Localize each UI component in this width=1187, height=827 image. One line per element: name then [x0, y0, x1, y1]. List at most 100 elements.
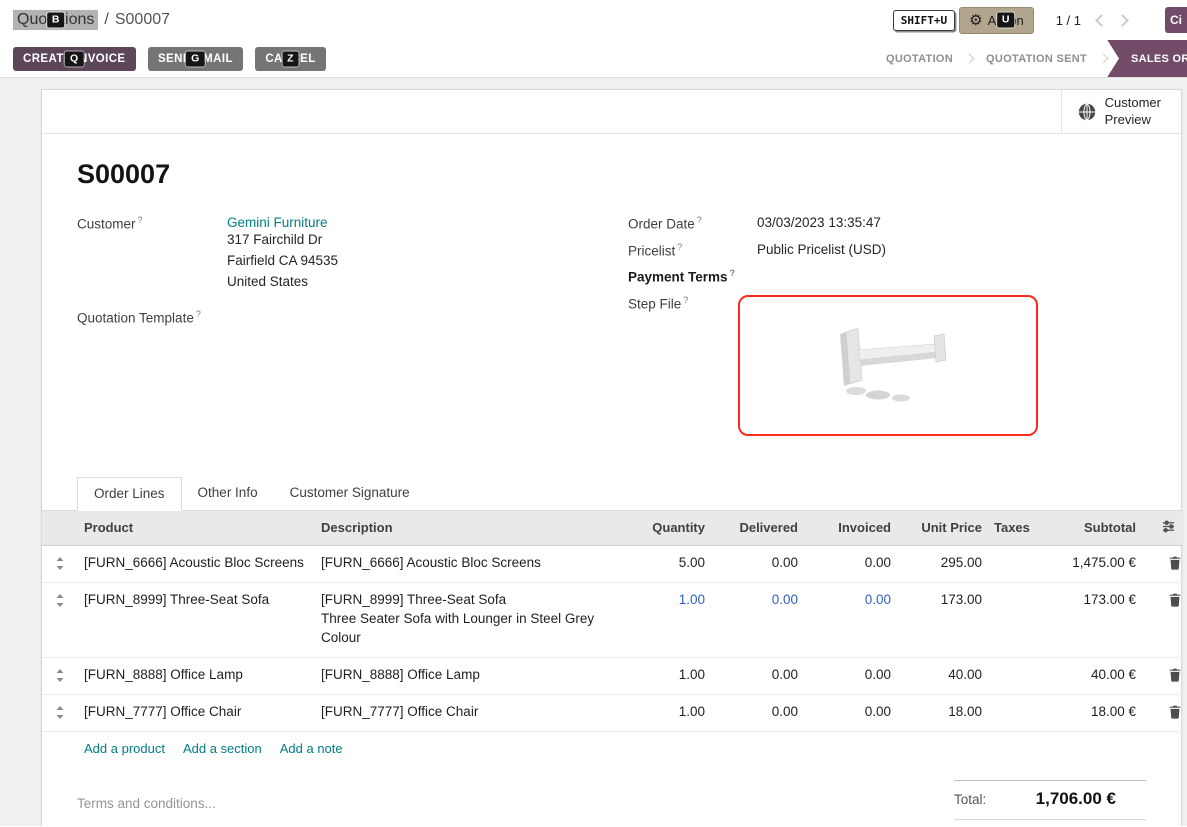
cell-subtotal: 173.00 €	[1040, 582, 1142, 657]
optional-columns-icon[interactable]	[1142, 511, 1183, 546]
cell-description[interactable]: [FURN_7777] Office Chair	[315, 694, 623, 731]
table-row[interactable]: [FURN_7777] Office Chair [FURN_7777] Off…	[42, 694, 1183, 731]
cell-taxes[interactable]	[988, 694, 1040, 731]
send-email-button[interactable]: SEND EMAIL G	[148, 47, 243, 71]
add-section-link[interactable]: Add a section	[183, 741, 262, 756]
cancel-button[interactable]: CANCEL Z	[255, 47, 325, 71]
form-sheet: Customer Preview S00007 Customer? Gemini…	[41, 89, 1182, 826]
action-menu-button[interactable]: ⚙ Action U	[959, 7, 1034, 34]
tab-other-info[interactable]: Other Info	[182, 477, 274, 510]
cell-unit-price[interactable]: 173.00	[897, 582, 988, 657]
drag-handle-icon[interactable]	[42, 694, 78, 731]
cell-product[interactable]: [FURN_6666] Acoustic Bloc Screens	[78, 545, 315, 582]
customer-preview-button[interactable]: Customer Preview	[1061, 90, 1181, 133]
cell-quantity[interactable]: 1.00	[623, 694, 711, 731]
pricelist-value[interactable]: Public Pricelist (USD)	[757, 242, 886, 257]
terms-placeholder[interactable]: Terms and conditions...	[77, 796, 216, 811]
breadcrumb-current: S00007	[115, 11, 170, 29]
status-step-quotation-sent[interactable]: QUOTATION SENT	[973, 53, 1100, 65]
cell-invoiced[interactable]: 0.00	[804, 657, 897, 694]
cell-taxes[interactable]	[988, 657, 1040, 694]
customer-address-line: Fairfield CA 94535	[227, 251, 338, 272]
cell-delivered[interactable]: 0.00	[711, 657, 804, 694]
table-row[interactable]: [FURN_8888] Office Lamp [FURN_8888] Offi…	[42, 657, 1183, 694]
customer-address-line: United States	[227, 272, 338, 293]
table-row[interactable]: [FURN_6666] Acoustic Bloc Screens [FURN_…	[42, 545, 1183, 582]
cell-description[interactable]: [FURN_8888] Office Lamp	[315, 657, 623, 694]
cell-quantity[interactable]: 1.00	[623, 582, 711, 657]
drag-handle-icon[interactable]	[42, 582, 78, 657]
header-delivered: Delivered	[711, 511, 804, 546]
pager-next-icon[interactable]	[1116, 14, 1129, 27]
cell-invoiced[interactable]: 0.00	[804, 694, 897, 731]
tab-order-lines[interactable]: Order Lines	[77, 477, 182, 511]
help-icon: ?	[683, 295, 688, 305]
delete-row-icon[interactable]	[1142, 694, 1183, 731]
cell-description[interactable]: [FURN_6666] Acoustic Bloc Screens	[315, 545, 623, 582]
table-row[interactable]: [FURN_8999] Three-Seat Sofa [FURN_8999] …	[42, 582, 1183, 657]
step-file-image[interactable]	[738, 295, 1038, 436]
fields-right-column: Order Date? 03/03/2023 13:35:47 Pricelis…	[628, 215, 1146, 446]
action-bar: CREATE INVOICE Q SEND EMAIL G CANCEL Z Q…	[0, 40, 1187, 78]
cell-unit-price[interactable]: 40.00	[897, 657, 988, 694]
drag-handle-icon[interactable]	[42, 657, 78, 694]
header-handle	[42, 511, 78, 546]
status-step-sales-order[interactable]: SALES ORDER	[1107, 40, 1187, 78]
cell-delivered[interactable]: 0.00	[711, 694, 804, 731]
order-date-value[interactable]: 03/03/2023 13:35:47	[757, 215, 881, 230]
cell-subtotal: 1,475.00 €	[1040, 545, 1142, 582]
tab-customer-signature[interactable]: Customer Signature	[274, 477, 426, 510]
customer-label: Customer?	[77, 215, 227, 232]
cell-description[interactable]: [FURN_8999] Three-Seat Sofa Three Seater…	[315, 582, 623, 657]
page-title: S00007	[77, 159, 1146, 190]
shortcut-hint-g: G	[186, 51, 205, 66]
cell-delivered[interactable]: 0.00	[711, 545, 804, 582]
cell-product[interactable]: [FURN_8999] Three-Seat Sofa	[78, 582, 315, 657]
edge-create-button[interactable]: Ci	[1165, 7, 1187, 33]
pricelist-label: Pricelist?	[628, 242, 757, 259]
add-product-link[interactable]: Add a product	[84, 741, 165, 756]
status-step-quotation[interactable]: QUOTATION	[873, 53, 966, 65]
field-step-file: Step File?	[628, 295, 1146, 436]
help-icon: ?	[138, 215, 143, 225]
pager-previous-icon[interactable]	[1095, 14, 1108, 27]
cell-invoiced[interactable]: 0.00	[804, 545, 897, 582]
payment-terms-label: Payment Terms?	[628, 268, 757, 285]
step-file-label: Step File?	[628, 295, 738, 312]
shortcut-hint-z: Z	[282, 51, 299, 66]
delete-row-icon[interactable]	[1142, 545, 1183, 582]
cell-invoiced[interactable]: 0.00	[804, 582, 897, 657]
create-invoice-button[interactable]: CREATE INVOICE Q	[13, 47, 136, 71]
breadcrumb: Quotations B / S00007	[13, 10, 170, 30]
header-quantity: Quantity	[623, 511, 711, 546]
header-subtotal: Subtotal	[1040, 511, 1142, 546]
header-controls: SHIFT+U ⚙ Action U 1 / 1	[893, 7, 1187, 34]
breadcrumb-quotations[interactable]: Quotations B	[13, 10, 98, 30]
total-value: 1,706.00 €	[1036, 789, 1116, 809]
delete-row-icon[interactable]	[1142, 657, 1183, 694]
cell-product[interactable]: [FURN_7777] Office Chair	[78, 694, 315, 731]
sheet-top-strip: Customer Preview	[42, 90, 1181, 134]
sheet-body: S00007 Customer? Gemini Furniture 317 Fa…	[42, 134, 1181, 446]
help-icon: ?	[697, 215, 702, 225]
cell-unit-price[interactable]: 295.00	[897, 545, 988, 582]
table-header-row: Product Description Quantity Delivered I…	[42, 511, 1183, 546]
cell-quantity[interactable]: 5.00	[623, 545, 711, 582]
header-description: Description	[315, 511, 623, 546]
cell-taxes[interactable]	[988, 545, 1040, 582]
cell-taxes[interactable]	[988, 582, 1040, 657]
fields-grid: Customer? Gemini Furniture 317 Fairchild…	[77, 215, 1146, 446]
drag-handle-icon[interactable]	[42, 545, 78, 582]
delete-row-icon[interactable]	[1142, 582, 1183, 657]
cell-quantity[interactable]: 1.00	[623, 657, 711, 694]
cell-unit-price[interactable]: 18.00	[897, 694, 988, 731]
shortcut-hint-u: U	[997, 12, 1015, 27]
status-separator-icon	[1099, 54, 1109, 64]
cell-delivered[interactable]: 0.00	[711, 582, 804, 657]
customer-link[interactable]: Gemini Furniture	[227, 215, 328, 230]
customer-address-line: 317 Fairchild Dr	[227, 230, 338, 251]
cell-product[interactable]: [FURN_8888] Office Lamp	[78, 657, 315, 694]
add-note-link[interactable]: Add a note	[280, 741, 343, 756]
shortcut-hint-b: B	[47, 12, 65, 27]
customer-preview-label: Customer Preview	[1105, 95, 1161, 128]
